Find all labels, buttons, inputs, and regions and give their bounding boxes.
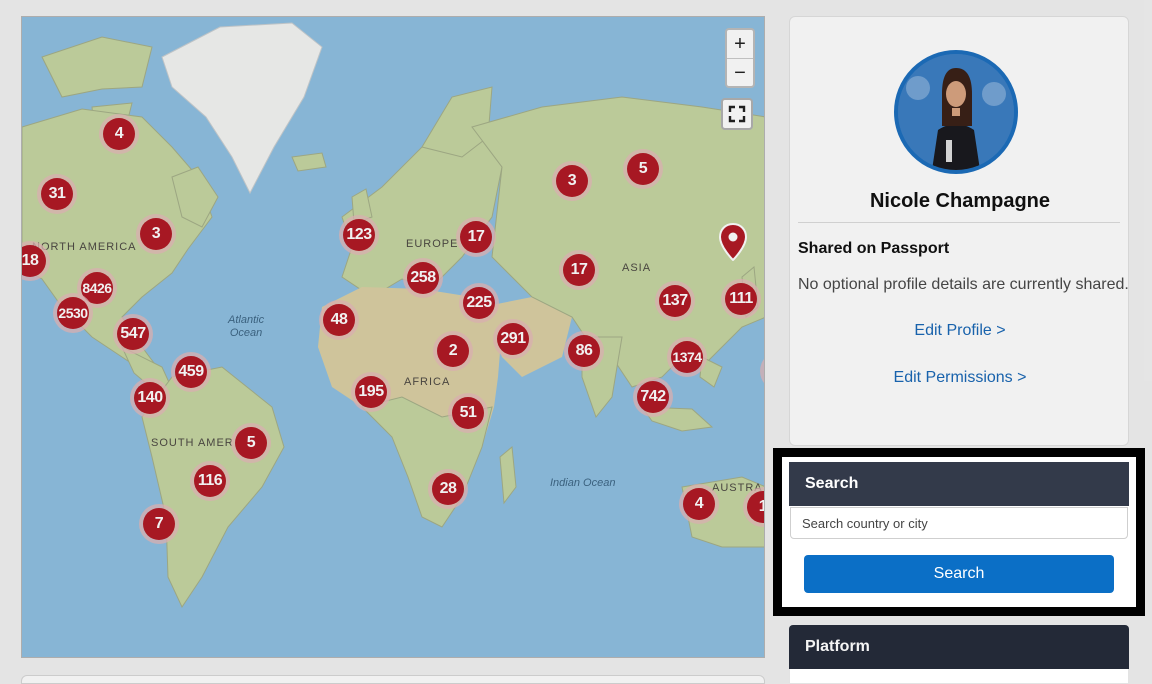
region-label-africa: AFRICA — [404, 376, 451, 388]
fullscreen-button[interactable] — [721, 98, 753, 130]
cluster-count: 116 — [194, 465, 226, 497]
ocean-label-atlantic: Atlantic Ocean — [228, 314, 265, 339]
region-label-asia: ASIA — [622, 262, 652, 274]
map-cluster[interactable]: 111 — [721, 279, 761, 319]
cluster-count: 48 — [323, 304, 355, 336]
zoom-out-button[interactable]: − — [727, 58, 753, 86]
cluster-count: 5 — [235, 427, 267, 459]
cluster-count: 742 — [637, 381, 669, 413]
cluster-count: 4 — [103, 118, 135, 150]
world-map[interactable]: NORTH AMERICA EUROPE ASIA AFRICA SOUTH A… — [21, 16, 765, 658]
cluster-count: 18 — [22, 245, 46, 277]
cluster-count: 17 — [563, 254, 595, 286]
map-cluster[interactable]: 48 — [319, 300, 359, 340]
search-button[interactable]: Search — [804, 555, 1114, 593]
cluster-count — [764, 355, 765, 387]
map-cluster[interactable]: 17 — [456, 217, 496, 257]
cluster-count: 31 — [41, 178, 73, 210]
cluster-count: 1374 — [671, 341, 703, 373]
cluster-count: 137 — [659, 285, 691, 317]
map-cluster[interactable]: 17 — [559, 250, 599, 290]
map-cluster[interactable]: 28 — [428, 469, 468, 509]
map-cluster[interactable]: 2530 — [53, 293, 93, 333]
divider — [798, 222, 1120, 223]
shared-details-text: No optional profile details are currentl… — [798, 276, 1129, 293]
map-cluster[interactable]: 31 — [37, 174, 77, 214]
map-cluster[interactable]: 137 — [655, 281, 695, 321]
location-pin-icon[interactable] — [719, 223, 747, 261]
cluster-count: 111 — [725, 283, 757, 315]
platform-card-body — [789, 669, 1129, 684]
cluster-count: 4 — [683, 488, 715, 520]
edit-profile-link[interactable]: Edit Profile > — [790, 322, 1130, 340]
cluster-count: 2 — [437, 335, 469, 367]
cluster-count: 17 — [460, 221, 492, 253]
map-cluster[interactable]: 3 — [136, 214, 176, 254]
cluster-count: 7 — [143, 508, 175, 540]
map-cluster[interactable]: 2 — [433, 331, 473, 371]
map-cluster[interactable]: 4 — [679, 484, 719, 524]
map-cluster[interactable]: 291 — [493, 319, 533, 359]
cluster-count: 3 — [140, 218, 172, 250]
edit-permissions-link[interactable]: Edit Permissions > — [790, 369, 1130, 387]
map-cluster[interactable]: 7 — [139, 504, 179, 544]
profile-name: Nicole Champagne — [869, 190, 1051, 212]
region-label-europe: EUROPE — [406, 238, 459, 250]
map-cluster[interactable]: 3 — [552, 161, 592, 201]
platform-card-title: Platform — [789, 625, 1129, 669]
map-cluster[interactable]: 5 — [623, 149, 663, 189]
map-cluster[interactable]: 4 — [99, 114, 139, 154]
avatar-photo — [898, 54, 1014, 170]
cluster-count: 258 — [407, 262, 439, 294]
zoom-in-button[interactable]: + — [727, 30, 753, 58]
cluster-count: 1 — [747, 491, 764, 523]
cluster-count: 195 — [355, 376, 387, 408]
map-cluster[interactable]: 225 — [459, 283, 499, 323]
avatar — [894, 50, 1018, 174]
map-cluster[interactable]: 1374 — [667, 337, 707, 377]
cluster-count: 140 — [134, 382, 166, 414]
map-cluster[interactable]: 116 — [190, 461, 230, 501]
cluster-count: 51 — [452, 397, 484, 429]
map-cluster[interactable]: 140 — [130, 378, 170, 418]
map-cluster[interactable]: 258 — [403, 258, 443, 298]
map-cluster[interactable]: 123 — [339, 215, 379, 255]
dim-overlay — [1145, 448, 1152, 684]
map-cluster[interactable]: 51 — [448, 393, 488, 433]
search-input[interactable] — [790, 507, 1128, 539]
cluster-count: 123 — [343, 219, 375, 251]
cluster-count: 5 — [627, 153, 659, 185]
map-footer-card — [21, 675, 765, 684]
cluster-count: 2530 — [57, 297, 89, 329]
fullscreen-icon — [728, 105, 746, 123]
cluster-count: 547 — [117, 318, 149, 350]
cluster-count: 86 — [568, 335, 600, 367]
profile-card: Nicole Champagne Shared on Passport No o… — [789, 16, 1129, 446]
map-cluster[interactable]: 195 — [351, 372, 391, 412]
shared-on-passport-heading: Shared on Passport — [798, 240, 950, 257]
map-cluster[interactable]: 742 — [633, 377, 673, 417]
cluster-count: 291 — [497, 323, 529, 355]
ocean-label-indian: Indian Ocean — [550, 477, 616, 489]
cluster-count: 3 — [556, 165, 588, 197]
search-card-title: Search — [789, 462, 1129, 506]
map-cluster[interactable]: 459 — [171, 352, 211, 392]
map-cluster[interactable]: 5 — [231, 423, 271, 463]
cluster-count: 459 — [175, 356, 207, 388]
zoom-control: + − — [725, 28, 755, 88]
region-label-south-america: SOUTH AMER — [151, 437, 234, 449]
map-cluster[interactable]: 86 — [564, 331, 604, 371]
cluster-count: 225 — [463, 287, 495, 319]
map-cluster[interactable]: 547 — [113, 314, 153, 354]
cluster-count: 28 — [432, 473, 464, 505]
